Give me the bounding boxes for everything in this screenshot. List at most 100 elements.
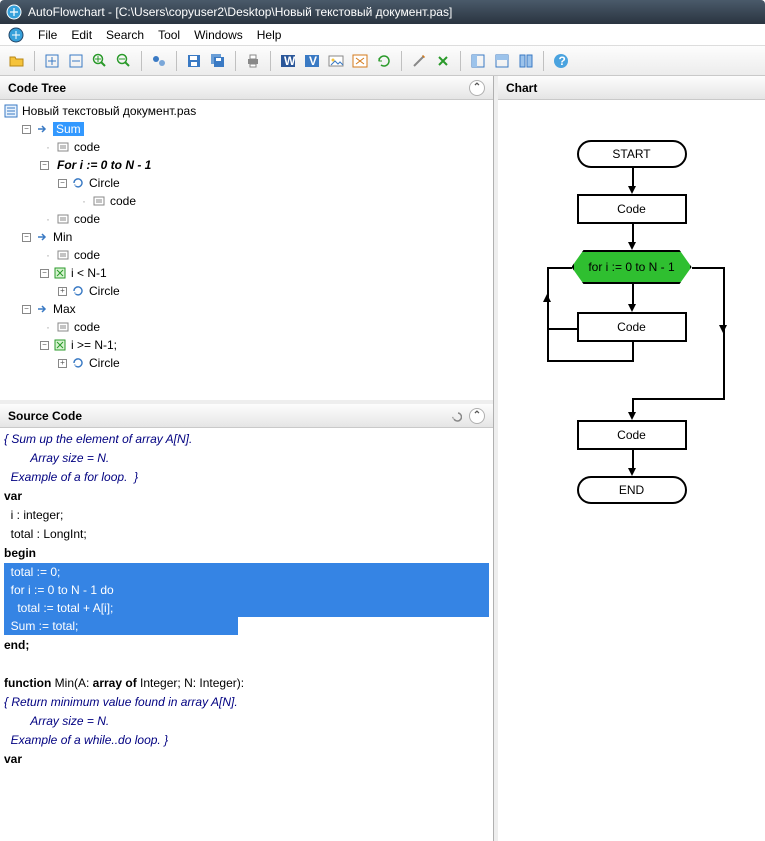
zoom-out-icon[interactable] (113, 50, 135, 72)
source-line-selected: total := 0; (4, 563, 489, 581)
menu-file[interactable]: File (38, 28, 57, 42)
tree-toggle-icon[interactable]: − (22, 305, 31, 314)
source-editor[interactable]: { Sum up the element of array A[N]. Arra… (0, 428, 493, 841)
flow-end[interactable]: END (577, 476, 687, 504)
tree-item[interactable]: −Min (4, 228, 489, 246)
save-icon[interactable] (183, 50, 205, 72)
help-icon[interactable]: ? (550, 50, 572, 72)
left-column: Code Tree ⌃ Новый текстовый документ.pas… (0, 76, 494, 841)
code-icon (56, 213, 70, 225)
tree-toggle-icon[interactable]: − (58, 179, 67, 188)
cond-icon (53, 267, 67, 279)
tree-item[interactable]: −i >= N-1; (4, 336, 489, 354)
source-line-selected: for i := 0 to N - 1 do (4, 581, 489, 599)
collapse-all-icon[interactable] (65, 50, 87, 72)
tree-item[interactable]: −i < N-1 (4, 264, 489, 282)
source-line: Array size = N. (4, 451, 109, 465)
flow-edge (723, 267, 725, 400)
print-icon[interactable] (242, 50, 264, 72)
flow-edge (632, 342, 634, 362)
options-icon[interactable] (432, 50, 454, 72)
tree-connector: · (40, 320, 56, 334)
tree-toggle-icon[interactable]: − (40, 269, 49, 278)
tree-item-label: Max (53, 302, 76, 316)
flow-code1[interactable]: Code (577, 194, 687, 224)
tree-item-label: For i := 0 to N - 1 (57, 158, 151, 172)
source-line: function Min(A: array of Integer; N: Int… (4, 676, 244, 690)
find-icon[interactable] (148, 50, 170, 72)
expand-all-icon[interactable] (41, 50, 63, 72)
flow-edge (692, 267, 725, 269)
tree-toggle-icon[interactable]: − (40, 341, 49, 350)
zoom-in-icon[interactable] (89, 50, 111, 72)
menu-search[interactable]: Search (106, 28, 144, 42)
tree-toggle-icon[interactable]: − (40, 161, 49, 170)
export-svg-icon[interactable] (349, 50, 371, 72)
export-visio-icon[interactable]: V (301, 50, 323, 72)
flow-start[interactable]: START (577, 140, 687, 168)
app-icon-small (8, 27, 24, 43)
toolbar-separator (543, 51, 544, 71)
tree-toggle-icon[interactable]: − (22, 125, 31, 134)
arrow-down-icon (628, 304, 636, 312)
source-line-selected: Sum := total; (4, 617, 238, 635)
flowchart-area[interactable]: START Code for i := 0 to N - 1 (498, 100, 765, 841)
source-line-selected: total := total + A[i]; (4, 599, 489, 617)
tree-item[interactable]: +Circle (4, 282, 489, 300)
toolbar-separator (34, 51, 35, 71)
tree-toggle-icon[interactable]: + (58, 359, 67, 368)
toolbar-separator (401, 51, 402, 71)
undo-icon[interactable] (447, 408, 463, 424)
chart-header: Chart (498, 76, 765, 100)
arrow-down-icon (628, 186, 636, 194)
tree-item[interactable]: − Max (4, 300, 489, 318)
toolbar-separator (235, 51, 236, 71)
menu-windows[interactable]: Windows (194, 28, 243, 42)
code-tree[interactable]: Новый текстовый документ.pas −Sum·code−F… (0, 100, 493, 400)
tree-toggle-icon[interactable]: + (58, 287, 67, 296)
tree-root[interactable]: Новый текстовый документ.pas (4, 102, 489, 120)
open-folder-icon[interactable] (6, 50, 28, 72)
menu-tool[interactable]: Tool (158, 28, 180, 42)
save-all-icon[interactable] (207, 50, 229, 72)
tree-item[interactable]: ·code (4, 192, 489, 210)
loop-icon (71, 357, 85, 369)
flow-code3[interactable]: Code (577, 420, 687, 450)
settings-icon[interactable] (408, 50, 430, 72)
tree-item[interactable]: ·code (4, 138, 489, 156)
tree-item-label: Circle (89, 176, 120, 190)
tree-toggle-icon[interactable]: − (22, 233, 31, 242)
loop-icon (71, 177, 85, 189)
menu-edit[interactable]: Edit (71, 28, 92, 42)
tree-item[interactable]: ·code (4, 318, 489, 336)
tree-item[interactable]: ·code (4, 246, 489, 264)
flow-code2[interactable]: Code (577, 312, 687, 342)
svg-text:?: ? (559, 54, 566, 68)
flow-edge (547, 328, 577, 330)
arrow-down-icon (719, 325, 727, 333)
flow-loop[interactable]: for i := 0 to N - 1 (572, 250, 692, 284)
arrow-icon (35, 123, 49, 135)
code-icon (56, 321, 70, 333)
source-line: Example of a for loop. } (4, 470, 138, 484)
tree-item[interactable]: +Circle (4, 354, 489, 372)
layout-2-icon[interactable] (491, 50, 513, 72)
tree-item[interactable]: − Circle (4, 174, 489, 192)
toolbar-separator (141, 51, 142, 71)
source-line: var (4, 752, 22, 766)
source-panel: Source Code ⌃ { Sum up the element of ar… (0, 404, 493, 841)
tree-item[interactable]: −Sum (4, 120, 489, 138)
flow-edge (547, 360, 634, 362)
source-line: { Sum up the element of array A[N]. (4, 432, 192, 446)
export-word-icon[interactable]: W (277, 50, 299, 72)
layout-3-icon[interactable] (515, 50, 537, 72)
layout-1-icon[interactable] (467, 50, 489, 72)
menu-help[interactable]: Help (257, 28, 282, 42)
svg-text:W: W (284, 54, 296, 68)
tree-item[interactable]: −For i := 0 to N - 1 (4, 156, 489, 174)
export-image-icon[interactable] (325, 50, 347, 72)
refresh-icon[interactable] (373, 50, 395, 72)
tree-item[interactable]: ·code (4, 210, 489, 228)
collapse-panel-icon[interactable]: ⌃ (469, 80, 485, 96)
collapse-panel-icon[interactable]: ⌃ (469, 408, 485, 424)
